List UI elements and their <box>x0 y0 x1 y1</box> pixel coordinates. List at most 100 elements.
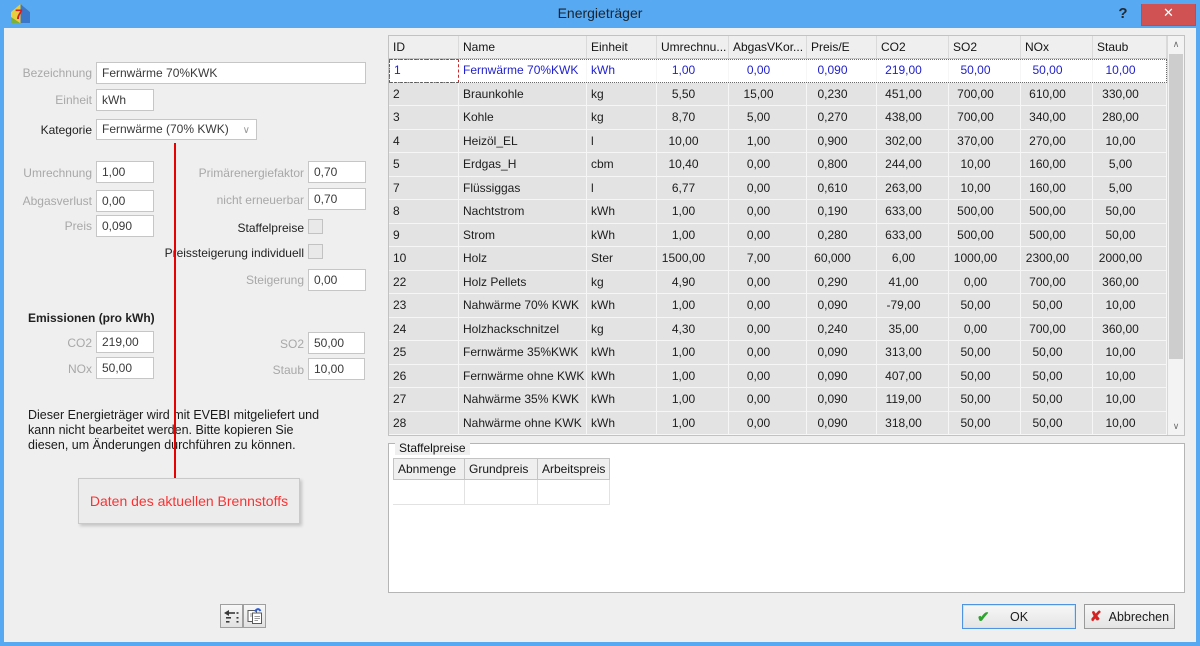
staffel-empty-cell[interactable] <box>393 480 465 505</box>
table-cell: Holz <box>459 247 587 271</box>
table-cell: 0,00 <box>729 365 807 389</box>
table-cell: Nahwärme 35% KWK <box>459 388 587 412</box>
preis-label: Preis <box>4 219 92 233</box>
table-cell: kWh <box>587 59 657 83</box>
table-cell: 1,00 <box>657 365 729 389</box>
staffel-column-grundpreis[interactable]: Grundpreis <box>465 458 538 480</box>
table-cell: 1 <box>389 59 459 83</box>
table-cell: 50,00 <box>949 412 1021 436</box>
table-cell: 5,50 <box>657 83 729 107</box>
table-cell: 1,00 <box>729 130 807 154</box>
einheit-field[interactable]: kWh <box>96 89 154 111</box>
cancel-button[interactable]: ✘ Abbrechen <box>1084 604 1175 629</box>
table-cell: 0,00 <box>729 177 807 201</box>
table-cell: -79,00 <box>877 294 949 318</box>
table-cell: 4 <box>389 130 459 154</box>
table-row[interactable]: 7Flüssiggasl6,770,000,610263,0010,00160,… <box>389 177 1167 201</box>
column-header-so2[interactable]: SO2 <box>949 36 1021 58</box>
so2-label: SO2 <box>120 337 304 351</box>
column-header-umrechnung[interactable]: Umrechnu... <box>657 36 729 58</box>
table-cell: 500,00 <box>949 224 1021 248</box>
table-row[interactable]: 27Nahwärme 35% KWKkWh1,000,000,090119,00… <box>389 388 1167 412</box>
table-row[interactable]: 23Nahwärme 70% KWKkWh1,000,000,090-79,00… <box>389 294 1167 318</box>
column-header-staub[interactable]: Staub <box>1093 36 1167 58</box>
table-row[interactable]: 9StromkWh1,000,000,280633,00500,00500,00… <box>389 224 1167 248</box>
preissteigerung-checkbox[interactable] <box>308 244 323 259</box>
table-row[interactable]: 10HolzSter1500,007,0060,0006,001000,0023… <box>389 247 1167 271</box>
table-cell: 360,00 <box>1093 271 1167 295</box>
energietraeger-table: ID Name Einheit Umrechnu... AbgasVKor...… <box>388 35 1185 436</box>
table-cell: 50,00 <box>1093 224 1167 248</box>
table-row[interactable]: 2Braunkohlekg5,5015,000,230451,00700,006… <box>389 83 1167 107</box>
column-header-co2[interactable]: CO2 <box>877 36 949 58</box>
kategorie-dropdown[interactable]: Fernwärme (70% KWK) ∨ <box>96 119 257 140</box>
table-cell: Flüssiggas <box>459 177 587 201</box>
table-cell: 50,00 <box>1021 59 1093 83</box>
table-cell: 10,00 <box>1093 59 1167 83</box>
so2-field[interactable]: 50,00 <box>308 332 365 354</box>
table-cell: kWh <box>587 341 657 365</box>
table-cell: 22 <box>389 271 459 295</box>
column-header-id[interactable]: ID <box>389 36 459 58</box>
table-cell: 25 <box>389 341 459 365</box>
callout-box: Daten des aktuellen Brennstoffs <box>78 478 300 524</box>
scroll-up-icon[interactable]: ∧ <box>1168 36 1184 53</box>
copy-icon <box>247 608 263 624</box>
table-cell: kWh <box>587 365 657 389</box>
table-cell: 0,800 <box>807 153 877 177</box>
column-header-preis[interactable]: Preis/E <box>807 36 877 58</box>
table-cell: 1500,00 <box>657 247 729 271</box>
staffel-column-abnmenge[interactable]: Abnmenge <box>393 458 465 480</box>
table-cell: 4,90 <box>657 271 729 295</box>
table-cell: 35,00 <box>877 318 949 342</box>
table-row[interactable]: 24Holzhackschnitzelkg4,300,000,24035,000… <box>389 318 1167 342</box>
einheit-label: Einheit <box>4 93 92 107</box>
table-row[interactable]: 3Kohlekg8,705,000,270438,00700,00340,002… <box>389 106 1167 130</box>
table-row[interactable]: 5Erdgas_Hcbm10,400,000,800244,0010,00160… <box>389 153 1167 177</box>
staffelpreise-table: Abnmenge Grundpreis Arbeitspreis <box>393 458 610 505</box>
primaerenergiefaktor-field[interactable]: 0,70 <box>308 161 366 183</box>
table-cell: 330,00 <box>1093 83 1167 107</box>
column-header-nox[interactable]: NOx <box>1021 36 1093 58</box>
staffel-column-arbeitspreis[interactable]: Arbeitspreis <box>538 458 610 480</box>
scroll-down-icon[interactable]: ∨ <box>1168 418 1184 435</box>
table-cell: kWh <box>587 200 657 224</box>
kategorie-label: Kategorie <box>4 123 92 137</box>
table-cell: l <box>587 177 657 201</box>
table-cell: 160,00 <box>1021 153 1093 177</box>
ok-button[interactable]: ✔ OK <box>962 604 1076 629</box>
staub-field[interactable]: 10,00 <box>308 358 365 380</box>
copy-button[interactable] <box>243 604 266 628</box>
staffel-empty-cell[interactable] <box>538 480 610 505</box>
emissionen-header: Emissionen (pro kWh) <box>28 311 155 325</box>
table-row[interactable]: 8NachtstromkWh1,000,000,190633,00500,005… <box>389 200 1167 224</box>
table-cell: kWh <box>587 294 657 318</box>
transfer-values-button[interactable] <box>220 604 243 628</box>
staffel-empty-cell[interactable] <box>465 480 538 505</box>
table-cell: 0,00 <box>729 200 807 224</box>
column-header-name[interactable]: Name <box>459 36 587 58</box>
staffelpreise-checkbox[interactable] <box>308 219 323 234</box>
co2-label: CO2 <box>4 336 92 350</box>
column-header-einheit[interactable]: Einheit <box>587 36 657 58</box>
nicht-erneuerbar-field[interactable]: 0,70 <box>308 188 366 210</box>
table-scrollbar[interactable]: ∧ ∨ <box>1167 36 1184 435</box>
window-title: Energieträger <box>0 5 1200 21</box>
table-cell: 1000,00 <box>949 247 1021 271</box>
table-row[interactable]: 22Holz Pelletskg4,900,000,29041,000,0070… <box>389 271 1167 295</box>
column-header-abgasvkorrektur[interactable]: AbgasVKor... <box>729 36 807 58</box>
table-row[interactable]: 4Heizöl_ELl10,001,000,900302,00370,00270… <box>389 130 1167 154</box>
help-button[interactable]: ? <box>1112 2 1134 26</box>
table-cell: 0,290 <box>807 271 877 295</box>
table-cell: 10,00 <box>1093 130 1167 154</box>
bezeichnung-field[interactable]: Fernwärme 70%KWK <box>96 62 366 84</box>
table-row[interactable]: 25Fernwärme 35%KWKkWh1,000,000,090313,00… <box>389 341 1167 365</box>
table-row[interactable]: 26Fernwärme ohne KWKkWh1,000,000,090407,… <box>389 365 1167 389</box>
scrollbar-thumb[interactable] <box>1169 54 1183 359</box>
table-cell: 0,00 <box>949 318 1021 342</box>
table-row[interactable]: 28Nahwärme ohne KWKkWh1,000,000,090318,0… <box>389 412 1167 436</box>
steigerung-field[interactable]: 0,00 <box>308 269 366 291</box>
nox-label: NOx <box>4 362 92 376</box>
table-row[interactable]: 1Fernwärme 70%KWKkWh1,000,000,090219,005… <box>389 59 1167 83</box>
close-button[interactable]: ✕ <box>1141 0 1196 26</box>
